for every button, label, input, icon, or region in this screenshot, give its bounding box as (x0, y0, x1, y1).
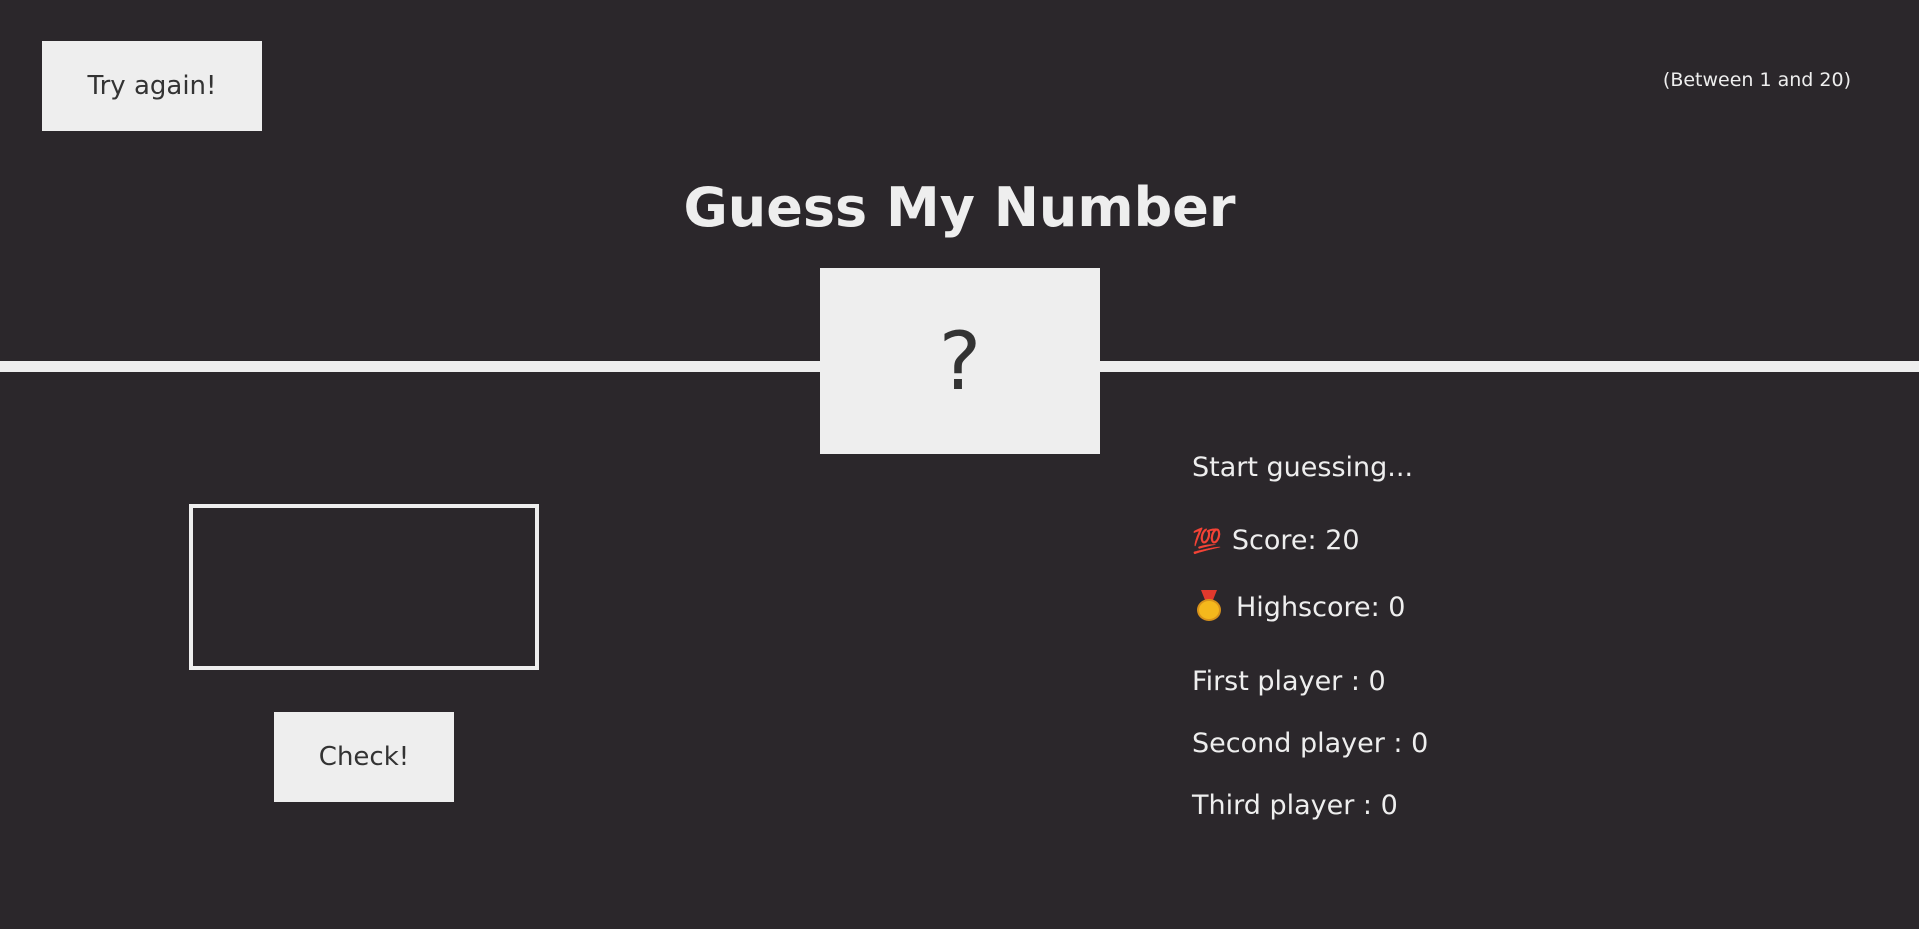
highscore-label: Highscore: 0 (1236, 592, 1406, 623)
game-message: Start guessing... (1192, 452, 1414, 483)
highscore-line: Highscore: 0 (1192, 590, 1405, 623)
secret-number-display: ? (820, 268, 1100, 454)
guess-input[interactable] (189, 504, 539, 670)
score-label: Score: 20 (1231, 525, 1360, 556)
first-player-score: First player : 0 (1192, 666, 1386, 697)
third-player-score: Third player : 0 (1192, 790, 1398, 821)
score-line: 💯 Score: 20 (1192, 525, 1360, 556)
hundred-points-icon: 💯 (1192, 527, 1222, 555)
medal-icon (1196, 590, 1222, 621)
range-hint: (Between 1 and 20) (1662, 69, 1851, 91)
check-button[interactable]: Check! (274, 712, 454, 802)
second-player-score: Second player : 0 (1192, 728, 1429, 759)
page-title: Guess My Number (683, 176, 1236, 239)
try-again-button[interactable]: Try again! (42, 41, 262, 131)
